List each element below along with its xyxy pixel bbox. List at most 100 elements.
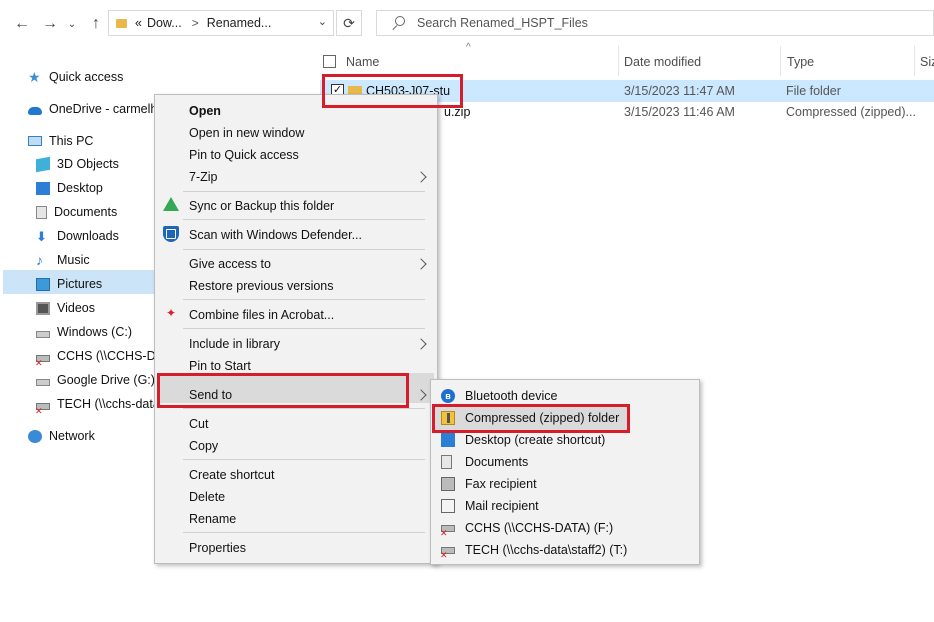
network-drive-icon xyxy=(440,525,455,539)
menu-delete[interactable]: Delete xyxy=(189,490,225,504)
videos-icon xyxy=(36,301,50,315)
nav-documents[interactable]: Documents xyxy=(36,201,117,223)
menu-divider xyxy=(183,532,425,533)
nav-label: Pictures xyxy=(57,277,103,291)
address-bar[interactable]: « Dow... > Renamed... ⌄ xyxy=(108,10,334,36)
nav-label: Videos xyxy=(57,301,95,315)
column-header-size[interactable]: Siz xyxy=(920,55,934,69)
pictures-icon xyxy=(36,277,50,291)
nav-videos[interactable]: Videos xyxy=(36,297,95,319)
nav-cchs-drive[interactable]: CCHS (\\CCHS-DA xyxy=(35,345,164,369)
star-icon: ★ xyxy=(28,68,41,85)
nav-windows-c[interactable]: Windows (C:) xyxy=(36,321,132,343)
nav-label: Desktop xyxy=(57,181,103,195)
recent-locations-chevron-icon[interactable]: ⌄ xyxy=(62,14,82,34)
refresh-button[interactable]: ⟳ xyxy=(336,10,362,36)
nav-this-pc[interactable]: This PC xyxy=(28,130,93,152)
column-divider[interactable] xyxy=(914,46,915,76)
bluetooth-icon: ʙ xyxy=(441,389,455,403)
sort-ascending-icon: ^ xyxy=(466,42,471,53)
nav-tech-drive[interactable]: TECH (\\cchs-data xyxy=(35,393,160,417)
sendto-fax[interactable]: Fax recipient xyxy=(465,477,537,491)
menu-give-access[interactable]: Give access to xyxy=(189,257,271,271)
computer-icon xyxy=(28,136,42,146)
music-icon: ♪ xyxy=(36,251,43,268)
sendto-bluetooth[interactable]: Bluetooth device xyxy=(465,389,557,403)
nav-label: CCHS (\\CCHS-DA xyxy=(57,349,164,363)
network-drive-icon xyxy=(35,402,50,417)
nav-music[interactable]: ♪ Music xyxy=(36,249,90,271)
network-drive-icon xyxy=(35,354,50,369)
highlight-compressed-folder xyxy=(432,404,630,433)
highlight-send-to xyxy=(157,373,409,408)
column-header-name[interactable]: Name xyxy=(346,55,379,69)
menu-include-library[interactable]: Include in library xyxy=(189,337,280,351)
highlight-selected-folder xyxy=(322,74,463,108)
breadcrumb-renamed[interactable]: Renamed... xyxy=(207,16,272,30)
menu-rename[interactable]: Rename xyxy=(189,512,236,526)
up-arrow-icon[interactable]: ↑ xyxy=(86,14,106,34)
column-divider[interactable] xyxy=(618,46,619,76)
sendto-cchs-drive[interactable]: CCHS (\\CCHS-DATA) (F:) xyxy=(465,521,613,535)
menu-sync-backup[interactable]: Sync or Backup this folder xyxy=(189,199,334,213)
menu-copy[interactable]: Copy xyxy=(189,439,218,453)
sendto-desktop[interactable]: Desktop (create shortcut) xyxy=(465,433,605,447)
cube-icon xyxy=(36,156,50,172)
google-drive-icon xyxy=(163,197,179,211)
breadcrumb-downloads[interactable]: Dow... xyxy=(147,16,182,30)
column-header-type[interactable]: Type xyxy=(787,55,814,69)
menu-pin-start[interactable]: Pin to Start xyxy=(189,359,251,373)
sendto-mail[interactable]: Mail recipient xyxy=(465,499,539,513)
menu-properties[interactable]: Properties xyxy=(189,541,246,555)
address-overflow[interactable]: « xyxy=(135,16,142,30)
nav-3d-objects[interactable]: 3D Objects xyxy=(36,153,119,175)
mail-icon xyxy=(441,499,455,513)
network-icon xyxy=(28,429,42,443)
breadcrumb-separator[interactable]: > xyxy=(192,16,199,30)
menu-pin-quick-access[interactable]: Pin to Quick access xyxy=(189,148,299,162)
nav-quick-access[interactable]: ★ Quick access xyxy=(28,66,123,88)
file-type: Compressed (zipped)... xyxy=(786,105,916,119)
menu-divider xyxy=(183,459,425,460)
column-header-date[interactable]: Date modified xyxy=(624,55,701,69)
search-placeholder[interactable]: Search Renamed_HSPT_Files xyxy=(417,16,588,30)
menu-restore-versions[interactable]: Restore previous versions xyxy=(189,279,334,293)
address-dropdown-icon[interactable]: ⌄ xyxy=(318,15,327,28)
shield-icon xyxy=(163,226,179,242)
documents-icon xyxy=(441,455,452,469)
drive-icon xyxy=(36,330,50,338)
menu-cut[interactable]: Cut xyxy=(189,417,208,431)
forward-arrow-icon[interactable]: → xyxy=(40,14,60,34)
column-divider[interactable] xyxy=(780,46,781,76)
nav-pictures[interactable]: Pictures xyxy=(36,273,102,295)
nav-label: This PC xyxy=(49,134,94,148)
menu-scan-defender[interactable]: Scan with Windows Defender... xyxy=(189,228,362,242)
back-arrow-icon[interactable]: ← xyxy=(12,14,32,34)
select-all-checkbox[interactable] xyxy=(323,55,336,68)
nav-downloads[interactable]: ⬇ Downloads xyxy=(36,225,119,247)
menu-open[interactable]: Open xyxy=(189,104,221,118)
folder-icon xyxy=(116,18,127,28)
acrobat-icon: ✦ xyxy=(165,306,177,320)
menu-7zip[interactable]: 7-Zip xyxy=(189,170,217,184)
file-date: 3/15/2023 11:46 AM xyxy=(624,105,735,119)
nav-label: TECH (\\cchs-data xyxy=(57,397,160,411)
nav-label: OneDrive - carmelhs xyxy=(49,102,164,116)
drive-icon xyxy=(36,378,50,386)
nav-onedrive[interactable]: OneDrive - carmelhs xyxy=(28,98,164,120)
sendto-documents[interactable]: Documents xyxy=(465,455,528,469)
nav-network[interactable]: Network xyxy=(28,425,95,447)
menu-open-new-window[interactable]: Open in new window xyxy=(189,126,304,140)
menu-create-shortcut[interactable]: Create shortcut xyxy=(189,468,274,482)
network-drive-icon xyxy=(440,547,455,561)
download-icon: ⬇ xyxy=(36,228,47,244)
menu-combine-acrobat[interactable]: Combine files in Acrobat... xyxy=(189,308,334,322)
nav-google-drive[interactable]: Google Drive (G:) xyxy=(36,369,155,391)
search-box[interactable]: Search Renamed_HSPT_Files xyxy=(376,10,934,36)
submenu-arrow-icon xyxy=(415,258,427,270)
file-date: 3/15/2023 11:47 AM xyxy=(624,84,735,98)
nav-desktop[interactable]: Desktop xyxy=(36,177,103,199)
nav-label: Downloads xyxy=(57,229,119,243)
menu-divider xyxy=(183,408,425,409)
sendto-tech-drive[interactable]: TECH (\\cchs-data\staff2) (T:) xyxy=(465,543,627,557)
